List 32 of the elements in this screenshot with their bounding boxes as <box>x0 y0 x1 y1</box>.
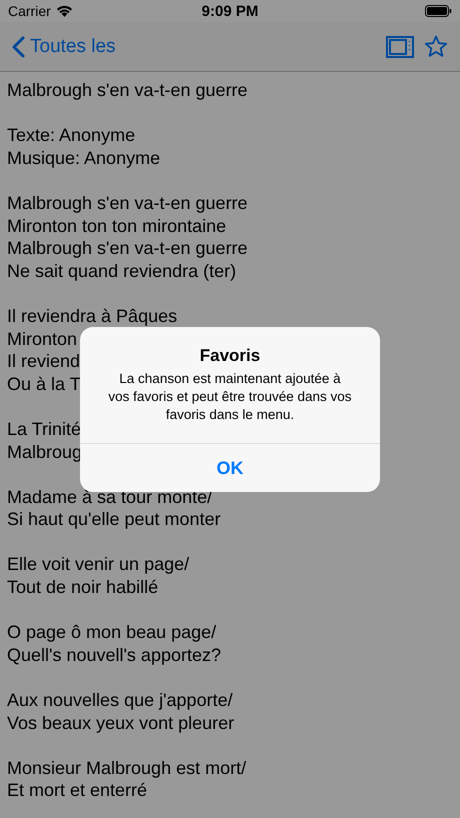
back-button[interactable]: Toutes les <box>12 36 116 58</box>
lyric-line: O page ô mon beau page/ <box>7 621 216 644</box>
status-time: 9:09 PM <box>202 2 258 20</box>
alert-title: Favoris <box>200 346 260 366</box>
lyric-line: La Trinité <box>7 418 82 440</box>
lyric-line: Elle voit venir un page/ <box>7 553 190 576</box>
battery-icon <box>425 5 452 17</box>
lyric-line: Ou à la T <box>7 372 81 396</box>
tv-icon[interactable] <box>386 36 414 58</box>
lyric-line: Malbrough s'en va-t-en guerre <box>7 79 248 102</box>
lyric-line: Malbroug <box>7 440 82 464</box>
wifi-icon <box>56 5 73 17</box>
lyric-line: Musique: Anonyme <box>7 146 160 170</box>
lyric-line: Texte: Anonyme <box>7 124 136 147</box>
star-icon[interactable] <box>424 35 448 58</box>
carrier-label: Carrier <box>8 3 51 19</box>
lyric-line: Malbrough s'en va-t-en guerre <box>7 192 248 215</box>
lyric-line: Mironton ton ton mirontaine <box>7 214 226 238</box>
lyric-line: Mironton <box>7 328 78 350</box>
back-chevron-icon <box>12 36 25 58</box>
lyric-line: Il reviend <box>7 350 80 373</box>
lyric-line: Et mort et enterré <box>7 779 148 802</box>
lyric-line: Quell's nouvell's apportez? <box>7 644 221 666</box>
lyric-line: Monsieur Malbrough est mort/ <box>7 756 246 780</box>
lyric-line: Tout de noir habillé <box>7 576 158 599</box>
lyric-line: Vos beaux yeux vont pleurer <box>7 712 234 734</box>
lyric-line: Ne sait quand reviendra (ter) <box>7 260 236 282</box>
alert-message: La chanson est maintenant ajoutée à vos favoris et peut être trouvée dans vos favoris dans le menu. <box>107 370 353 424</box>
lyric-line: Il reviendra à Pâques <box>7 304 178 328</box>
lyric-line: Si haut qu'elle peut monter <box>7 508 221 531</box>
lyric-line: Aux nouvelles que j'apporte/ <box>7 689 233 712</box>
lyric-line: Malbrough s'en va-t-en guerre <box>7 237 248 260</box>
